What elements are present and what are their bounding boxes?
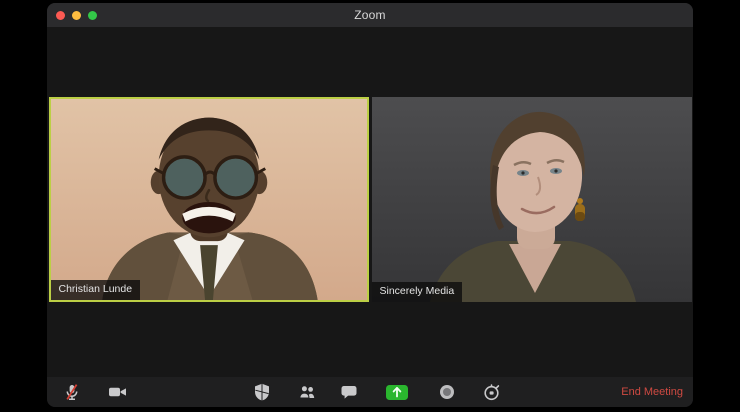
- participants-button[interactable]: [292, 379, 322, 405]
- participants-icon: [299, 385, 315, 399]
- mic-muted-icon: [66, 384, 78, 400]
- video-grid: Christian Lunde Sincerely Media: [47, 27, 693, 377]
- chat-button[interactable]: [334, 379, 364, 405]
- share-screen-icon: [386, 384, 408, 400]
- window-title: Zoom: [354, 8, 386, 22]
- reactions-button[interactable]: [477, 379, 507, 405]
- security-button[interactable]: [247, 379, 277, 405]
- meeting-toolbar: End Meeting: [47, 377, 693, 407]
- participant-video-thumbnail: [50, 98, 367, 300]
- participant-name-label: Sincerely Media: [371, 281, 463, 302]
- stop-video-button[interactable]: [102, 379, 132, 405]
- record-button[interactable]: [432, 379, 462, 405]
- participant-name-label: Christian Lunde: [50, 279, 141, 300]
- share-screen-button[interactable]: [382, 379, 412, 405]
- shield-icon: [255, 383, 269, 401]
- record-icon: [440, 385, 454, 399]
- chat-bubble-icon: [341, 386, 357, 399]
- participant-tile-christian-lunde[interactable]: Christian Lunde: [48, 96, 369, 302]
- window-titlebar[interactable]: Zoom: [47, 3, 693, 27]
- participant-video-thumbnail: [371, 96, 692, 302]
- stopwatch-icon: [484, 384, 500, 401]
- zoom-window: Zoom Christian Lunde Sincerely Media End…: [47, 3, 693, 407]
- mute-button[interactable]: [57, 379, 87, 405]
- participant-tile-sincerely-media[interactable]: Sincerely Media: [371, 96, 692, 302]
- end-meeting-button[interactable]: End Meeting: [621, 386, 683, 398]
- video-camera-icon: [108, 387, 126, 397]
